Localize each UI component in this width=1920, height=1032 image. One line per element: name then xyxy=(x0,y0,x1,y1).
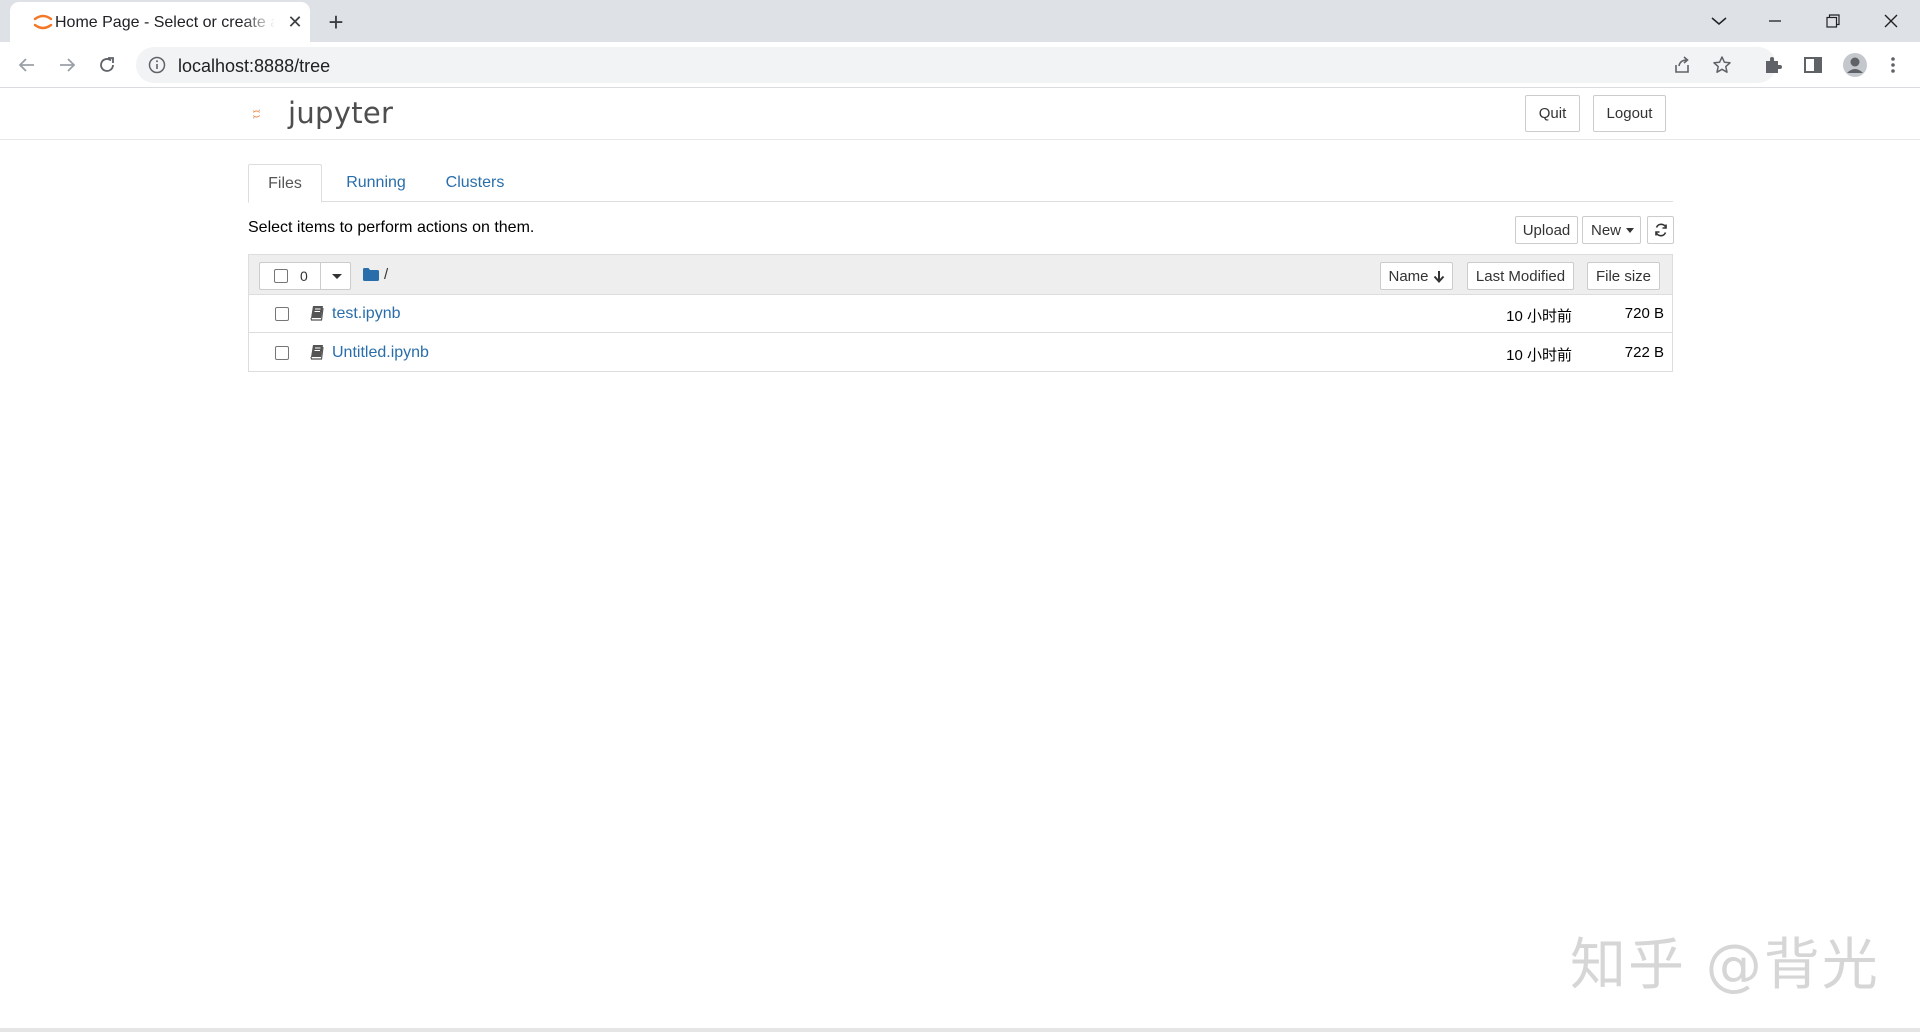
bottom-border xyxy=(0,1028,1920,1032)
breadcrumb-root[interactable]: / xyxy=(384,266,388,283)
close-tab-icon[interactable]: ✕ xyxy=(286,13,304,31)
refresh-icon xyxy=(1654,223,1668,237)
sort-file-size-button[interactable]: File size xyxy=(1587,262,1660,290)
logout-button[interactable]: Logout xyxy=(1593,95,1666,132)
sort-name-button[interactable]: Name xyxy=(1380,262,1453,290)
profile-avatar-icon[interactable] xyxy=(1842,52,1868,78)
breadcrumb: / xyxy=(363,265,388,283)
new-dropdown-button[interactable]: New xyxy=(1582,216,1641,244)
folder-icon[interactable] xyxy=(363,268,379,281)
select-group-divider xyxy=(320,263,321,289)
file-name-link[interactable]: test.ipynb xyxy=(332,305,400,323)
reload-icon[interactable] xyxy=(93,51,121,79)
jupyter-logo-icon[interactable] xyxy=(252,94,288,134)
address-bar[interactable]: localhost:8888/tree xyxy=(136,47,1776,83)
minimize-icon[interactable] xyxy=(1760,6,1790,36)
upload-button[interactable]: Upload xyxy=(1515,216,1578,244)
file-row-checkbox[interactable] xyxy=(275,307,289,321)
select-all-group: 0 xyxy=(259,262,351,290)
extensions-puzzle-icon[interactable] xyxy=(1762,54,1784,76)
arrow-down-icon xyxy=(1433,270,1445,283)
restore-icon[interactable] xyxy=(1818,6,1848,36)
refresh-button[interactable] xyxy=(1647,216,1674,244)
file-size: 722 B xyxy=(1625,344,1664,361)
file-size: 720 B xyxy=(1625,305,1664,322)
zhihu-watermark: 知乎 @背光 xyxy=(1570,920,1880,1001)
new-tab-button[interactable]: + xyxy=(322,8,350,36)
sort-last-modified-button[interactable]: Last Modified xyxy=(1467,262,1574,290)
url-text[interactable]: localhost:8888/tree xyxy=(178,56,330,77)
browser-tab[interactable]: Home Page - Select or create a notebook … xyxy=(10,2,310,42)
quit-button[interactable]: Quit xyxy=(1525,95,1580,132)
dashboard-tabs: Files Running Clusters xyxy=(248,164,1673,202)
tab-search-chevron-icon[interactable] xyxy=(1704,6,1734,36)
jupyter-header: jupyter Quit Logout xyxy=(0,88,1920,140)
file-modified: 10 小时前 xyxy=(1506,344,1572,365)
side-panel-icon[interactable] xyxy=(1802,54,1824,76)
file-name-link[interactable]: Untitled.ipynb xyxy=(332,344,429,362)
file-modified: 10 小时前 xyxy=(1506,305,1572,326)
file-row-checkbox[interactable] xyxy=(275,346,289,360)
browser-tabstrip: Home Page - Select or create a notebook … xyxy=(0,0,1920,42)
jupyter-logo-text[interactable]: jupyter xyxy=(288,96,393,130)
file-list: 0 / Name Last Modified File size test.ip… xyxy=(248,254,1673,372)
caret-down-icon xyxy=(1626,228,1634,233)
browser-tab-title: Home Page - Select or create a notebook xyxy=(55,14,275,32)
notebook-icon xyxy=(309,344,325,360)
selected-count: 0 xyxy=(300,268,308,284)
notebook-icon xyxy=(309,305,325,321)
tab-clusters[interactable]: Clusters xyxy=(434,164,516,202)
bookmark-star-icon[interactable] xyxy=(1712,55,1732,75)
tab-running[interactable]: Running xyxy=(336,164,416,202)
instructions-text: Select items to perform actions on them. xyxy=(248,219,534,237)
share-icon[interactable] xyxy=(1672,55,1692,75)
select-all-checkbox[interactable] xyxy=(274,269,288,283)
site-info-icon[interactable] xyxy=(148,56,166,74)
file-row[interactable]: Untitled.ipynb 10 小时前 722 B xyxy=(249,334,1672,372)
file-row[interactable]: test.ipynb 10 小时前 720 B xyxy=(249,295,1672,333)
file-list-header: 0 / Name Last Modified File size xyxy=(249,255,1672,295)
sort-name-label: Name xyxy=(1388,268,1428,285)
jupyter-favicon-icon xyxy=(32,13,54,31)
more-menu-icon[interactable] xyxy=(1882,54,1904,76)
forward-arrow-icon[interactable] xyxy=(53,51,81,79)
tab-files[interactable]: Files xyxy=(248,164,322,203)
back-arrow-icon[interactable] xyxy=(13,51,41,79)
select-dropdown-caret-icon[interactable] xyxy=(332,274,342,279)
close-window-icon[interactable] xyxy=(1876,6,1906,36)
browser-toolbar: localhost:8888/tree xyxy=(0,42,1920,88)
new-button-label: New xyxy=(1591,222,1621,239)
